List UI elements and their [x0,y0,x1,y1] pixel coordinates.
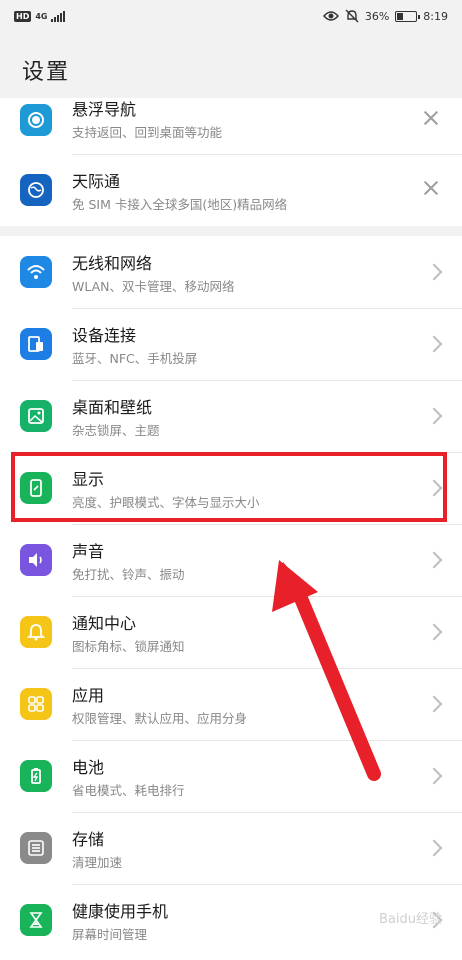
pinned-item-skytone[interactable]: 天际通 免 SIM 卡接入全球多国(地区)精品网络 [0,154,462,226]
settings-item-device-connect[interactable]: 设备连接 蓝牙、NFC、手机投屏 [0,308,462,380]
pinned-item-title: 天际通 [72,172,121,191]
settings-item-wallpaper[interactable]: 桌面和壁纸 杂志锁屏、主题 [0,380,462,452]
settings-item-subtitle: 免打扰、铃声、振动 [72,567,185,582]
float-nav-icon [20,104,52,136]
signal-icon [51,10,66,22]
pinned-item-float-nav[interactable]: 悬浮导航 支持返回、回到桌面等功能 [0,82,462,154]
settings-item-subtitle: 权限管理、默认应用、应用分身 [72,711,248,726]
mute-icon [345,9,359,23]
settings-item-title: 存储 [72,830,105,849]
wallpaper-icon [20,400,52,432]
battery-percent: 36% [364,9,390,23]
pinned-item-title: 悬浮导航 [72,100,137,119]
chevron-right-icon [425,335,443,353]
storage-icon [20,832,52,864]
pinned-card: 悬浮导航 支持返回、回到桌面等功能 天际通 免 SIM 卡接入全球多国(地区)精… [0,98,462,226]
apps-icon [20,688,52,720]
sound-icon [20,544,52,576]
chevron-right-icon [425,407,443,425]
chevron-right-icon [425,263,443,281]
settings-item-wireless[interactable]: 无线和网络 WLAN、双卡管理、移动网络 [0,236,462,308]
chevron-right-icon [425,839,443,857]
settings-item-storage[interactable]: 存储 清理加速 [0,812,462,884]
settings-item-subtitle: 屏幕时间管理 [72,927,148,942]
settings-item-title: 设备连接 [72,326,137,345]
settings-item-notifications[interactable]: 通知中心 图标角标、锁屏通知 [0,596,462,668]
settings-item-subtitle: 图标角标、锁屏通知 [72,639,185,654]
device-connect-icon [20,328,52,360]
close-icon[interactable] [422,179,440,197]
pinned-item-subtitle: 支持返回、回到桌面等功能 [72,125,223,140]
chevron-right-icon [425,551,443,569]
watermark: Baidu经验 [379,912,442,927]
settings-item-battery[interactable]: 电池 省电模式、耗电排行 [0,740,462,812]
pinned-item-subtitle: 免 SIM 卡接入全球多国(地区)精品网络 [72,197,288,212]
network-type: 4G [35,11,48,21]
settings-item-sound[interactable]: 声音 免打扰、铃声、振动 [0,524,462,596]
settings-card: 无线和网络 WLAN、双卡管理、移动网络 设备连接 蓝牙、NFC、手机投屏 桌面… [0,236,462,960]
wifi-icon [20,256,52,288]
settings-item-title: 健康使用手机 [72,902,169,921]
status-bar: HD 4G 36% 8:19 [0,0,462,36]
highlight-box [11,452,447,522]
bell-icon [20,616,52,648]
chevron-right-icon [425,623,443,641]
battery-icon [395,10,421,22]
settings-item-subtitle: WLAN、双卡管理、移动网络 [72,279,235,294]
settings-item-subtitle: 省电模式、耗电排行 [72,783,185,798]
settings-item-title: 无线和网络 [72,254,153,273]
close-icon[interactable] [422,109,440,127]
hourglass-icon [20,904,52,936]
battery-setting-icon [20,760,52,792]
clock: 8:19 [423,9,448,23]
chevron-right-icon [425,695,443,713]
settings-item-title: 声音 [72,542,105,561]
chevron-right-icon [425,767,443,785]
settings-item-subtitle: 杂志锁屏、主题 [72,423,160,438]
settings-item-title: 桌面和壁纸 [72,398,153,417]
settings-item-subtitle: 清理加速 [72,855,123,870]
settings-item-title: 通知中心 [72,614,137,633]
hd-badge: HD [14,10,32,22]
settings-item-subtitle: 蓝牙、NFC、手机投屏 [72,351,198,366]
settings-item-title: 电池 [72,758,105,777]
eye-icon [322,11,339,21]
globe-icon [20,174,52,206]
settings-item-apps[interactable]: 应用 权限管理、默认应用、应用分身 [0,668,462,740]
settings-item-title: 应用 [72,686,105,705]
